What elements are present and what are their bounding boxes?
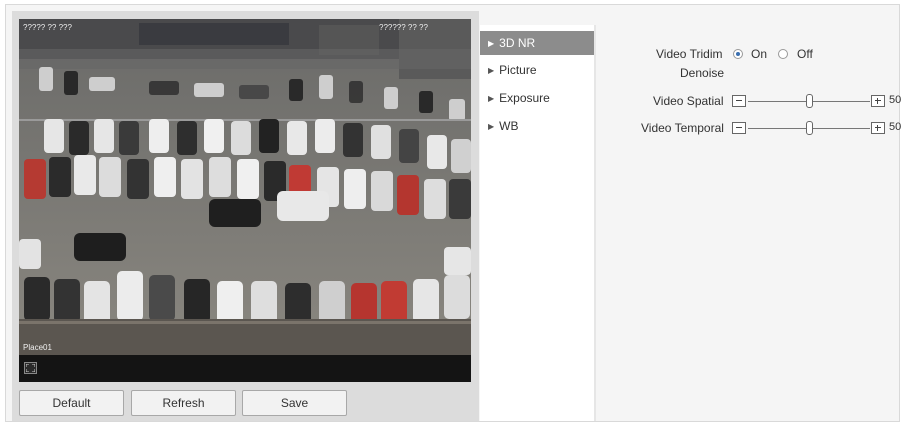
temporal-slider-handle[interactable] xyxy=(806,121,813,135)
menu-item-picture[interactable]: ▶ Picture xyxy=(480,58,594,82)
spatial-decrease-button[interactable] xyxy=(732,95,746,107)
3d-nr-settings: Video Tridim Denoise On Off Video Spatia… xyxy=(596,25,901,421)
tridim-on-label: On xyxy=(751,47,768,61)
tridim-denoise-label: Video Tridim xyxy=(656,47,723,61)
video-temporal-label: Video Temporal xyxy=(641,121,724,135)
caret-right-icon: ▶ xyxy=(488,121,495,131)
fullscreen-icon[interactable] xyxy=(24,362,37,374)
save-button[interactable]: Save xyxy=(242,390,347,416)
spatial-value: 50 xyxy=(889,94,902,106)
temporal-increase-button[interactable] xyxy=(871,122,885,134)
menu-item-label: Picture xyxy=(499,63,537,77)
osd-text-top-right: ?????? ?? ?? xyxy=(379,23,428,32)
menu-item-wb[interactable]: ▶ WB xyxy=(480,114,594,138)
tridim-denoise-label-line2: Denoise xyxy=(680,66,725,80)
preview-panel: ????? ?? ??? ?????? ?? ?? Place01 Defaul… xyxy=(12,11,479,421)
settings-panel: ▶ 3D NR ▶ Picture ▶ Exposure ▶ WB Video … xyxy=(480,11,901,421)
osd-text-top-left: ????? ?? ??? xyxy=(23,23,72,32)
temporal-value: 50 xyxy=(889,121,902,133)
temporal-decrease-button[interactable] xyxy=(732,122,746,134)
parking-lot-image xyxy=(19,19,471,355)
default-button[interactable]: Default xyxy=(19,390,124,416)
caret-right-icon: ▶ xyxy=(488,38,495,48)
menu-item-3d-nr[interactable]: ▶ 3D NR xyxy=(480,31,594,55)
tridim-off-radio[interactable] xyxy=(778,49,788,59)
refresh-button[interactable]: Refresh xyxy=(131,390,236,416)
settings-container: ????? ?? ??? ?????? ?? ?? Place01 Defaul… xyxy=(5,4,901,422)
spatial-increase-button[interactable] xyxy=(871,95,885,107)
menu-item-label: WB xyxy=(499,119,519,133)
tridim-off-label: Off xyxy=(797,47,813,61)
caret-right-icon: ▶ xyxy=(488,65,495,75)
video-control-bar xyxy=(19,355,471,382)
caret-right-icon: ▶ xyxy=(488,93,495,103)
tridim-on-radio[interactable] xyxy=(733,49,743,59)
live-video[interactable]: ????? ?? ??? ?????? ?? ?? Place01 xyxy=(19,19,471,382)
osd-text-bottom-left: Place01 xyxy=(23,343,52,352)
video-spatial-label: Video Spatial xyxy=(653,94,724,108)
menu-item-exposure[interactable]: ▶ Exposure xyxy=(480,86,594,110)
spatial-slider-handle[interactable] xyxy=(806,94,813,108)
menu-item-label: 3D NR xyxy=(499,36,536,50)
sidebar-menu: ▶ 3D NR ▶ Picture ▶ Exposure ▶ WB xyxy=(480,25,594,421)
menu-item-label: Exposure xyxy=(499,91,550,105)
